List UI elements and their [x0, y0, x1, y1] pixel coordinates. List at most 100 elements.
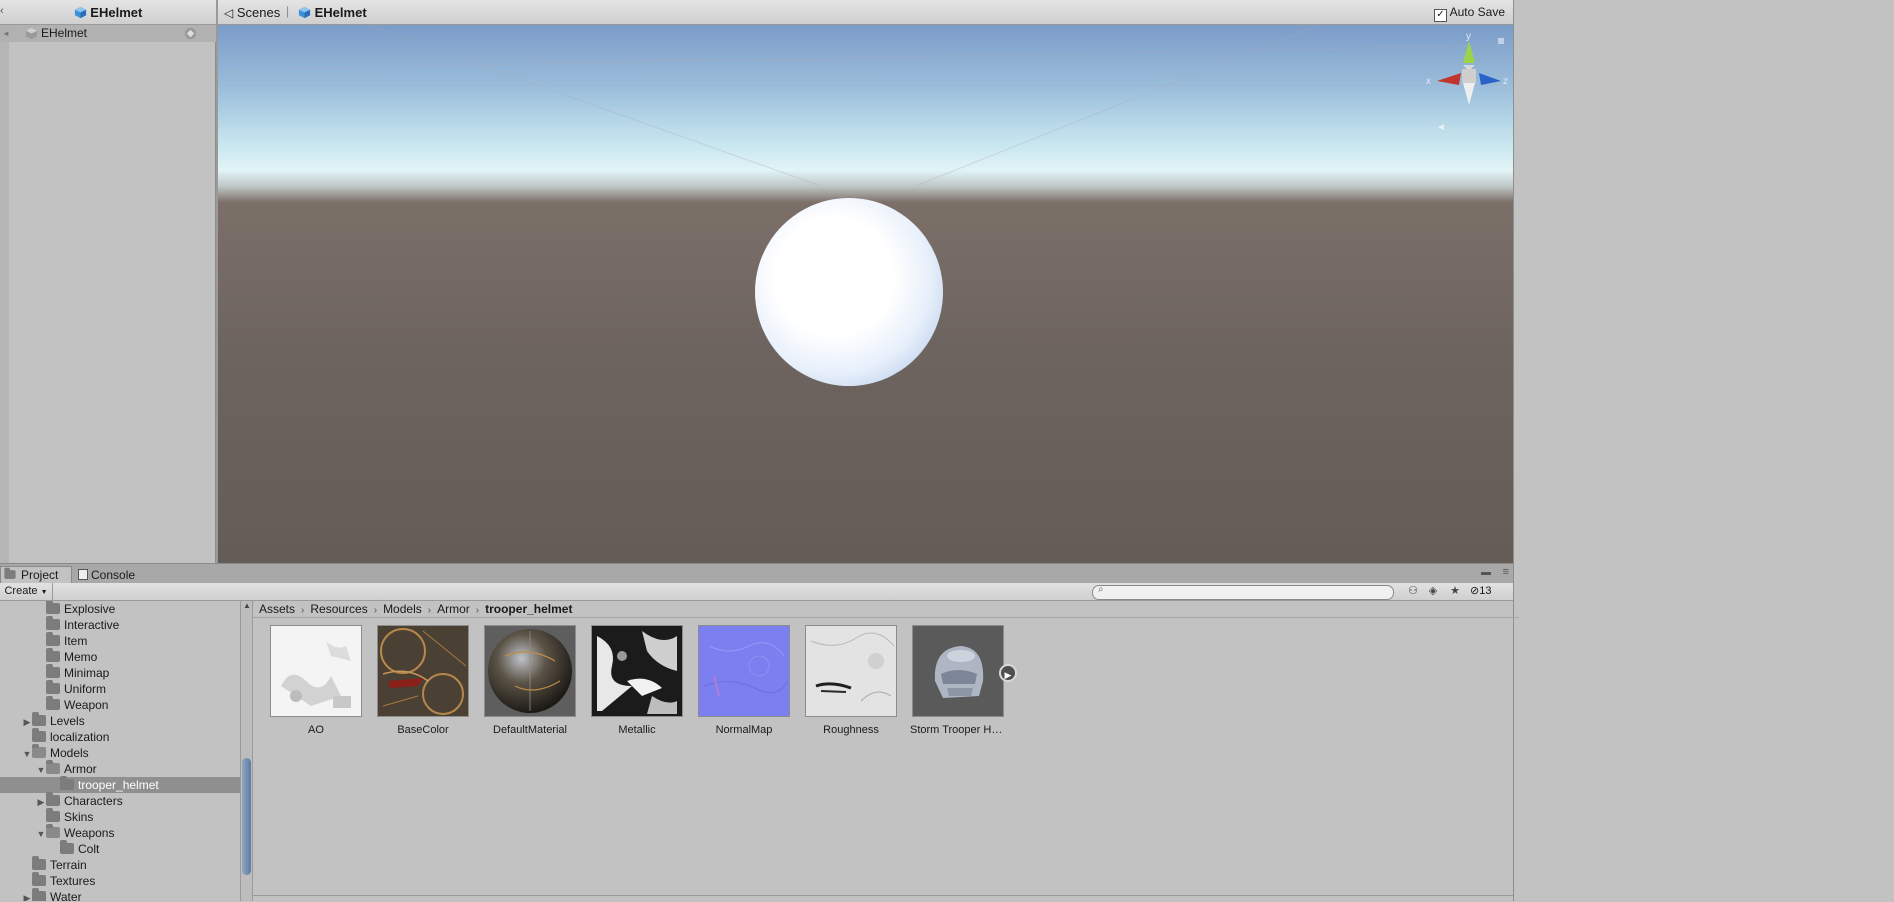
folder-icon [32, 712, 46, 726]
tree-item-levels[interactable]: ▶ Levels [0, 712, 240, 730]
default-sphere[interactable] [755, 198, 943, 386]
asset-basecolor[interactable]: BaseColor [375, 625, 471, 736]
tree-item-models[interactable]: ▼ Models [0, 744, 240, 762]
gizmo-z-label: z [1503, 76, 1508, 87]
tree-item-label: Water [50, 890, 82, 901]
asset-defaultmaterial[interactable]: DefaultMaterial [482, 625, 578, 736]
folder-icon [32, 744, 46, 758]
favorites-star-icon[interactable]: ★ [1446, 583, 1464, 599]
tree-item-weapon[interactable]: Weapon [0, 696, 240, 713]
asset-normalmap[interactable]: NormalMap [696, 625, 792, 736]
chevron-right-icon: › [373, 605, 378, 616]
tree-item-uniform[interactable]: Uniform [0, 680, 240, 697]
tree-item-terrain[interactable]: Terrain [0, 856, 240, 873]
expanded-arrow-icon[interactable]: ▼ [36, 826, 46, 842]
folder-icon [46, 648, 60, 662]
asset-ao[interactable]: AO [268, 625, 364, 736]
breadcrumb-item[interactable]: Assets [259, 602, 295, 616]
hierarchy-root-item[interactable]: ◄ EHelmet [0, 25, 216, 42]
folder-icon [32, 872, 46, 886]
scrollbar-thumb[interactable] [242, 758, 251, 875]
asset-roughness[interactable]: Roughness [803, 625, 899, 736]
tree-item-label: Armor [64, 762, 97, 776]
tree-item-interactive[interactable]: Interactive [0, 616, 240, 633]
tree-item-colt[interactable]: Colt [0, 840, 240, 857]
tree-item-armor[interactable]: ▼ Armor [0, 760, 240, 778]
breadcrumb: Assets › Resources › Models › Armor › trooper_he… [253, 601, 1519, 618]
tab-console[interactable]: Console [78, 567, 135, 584]
assets-area: Assets › Resources › Models › Armor › trooper_he… [253, 601, 1519, 901]
tree-item-trooper-helmet[interactable]: trooper_helmet [0, 776, 240, 793]
folder-icon [46, 696, 60, 710]
scroll-up-arrow-icon[interactable]: ▲ [243, 601, 251, 610]
scene-viewport[interactable]: y x z ◄ [218, 25, 1513, 563]
unity-logo-icon: ◁ [224, 6, 234, 20]
tree-item-water[interactable]: ▶ Water [0, 888, 240, 901]
prefab-arrow-icon[interactable] [184, 27, 197, 40]
expand-model-icon[interactable]: ▶ [999, 664, 1017, 682]
tree-item-label: Textures [50, 874, 96, 888]
tree-item-label: Colt [78, 842, 100, 856]
scene-light-icon: ◄ [1436, 122, 1446, 133]
tree-item-label: Uniform [64, 682, 107, 696]
breadcrumb-item[interactable]: Armor [437, 602, 470, 616]
folder-icon [46, 664, 60, 678]
filter-by-type-icon[interactable]: ⚇ [1404, 583, 1422, 599]
hidden-packages-toggle[interactable]: ⊘13 [1470, 584, 1491, 597]
auto-save-toggle[interactable]: ✓ Auto Save [1433, 5, 1505, 22]
asset-label: NormalMap [715, 724, 773, 736]
helmet-model-icon [912, 625, 1004, 717]
create-button[interactable]: Create ▼ [0, 583, 53, 600]
tree-item-characters[interactable]: ▶ Characters [0, 792, 240, 810]
project-tree: Explosive Interactive Item Memo Minimap Unifo… [0, 601, 240, 901]
tree-item-skins[interactable]: Skins [0, 808, 240, 825]
project-folder-icon [4, 567, 16, 579]
tree-item-weapons[interactable]: ▼ Weapons [0, 824, 240, 842]
tree-scrollbar[interactable]: ▲ [240, 601, 253, 901]
tree-item-label: localization [50, 730, 110, 744]
breadcrumb-item[interactable]: trooper_helmet [485, 602, 572, 616]
tree-item-item[interactable]: Item [0, 632, 240, 649]
lock-icon[interactable]: ▬ [1481, 567, 1491, 578]
tree-item-label: Levels [50, 714, 85, 728]
search-field[interactable]: ⌕ [1092, 584, 1394, 600]
tree-item-minimap[interactable]: Minimap [0, 664, 240, 681]
search-input[interactable] [1109, 586, 1379, 597]
expanded-arrow-icon[interactable]: ▼ [22, 746, 32, 762]
chevron-right-icon: › [301, 605, 305, 616]
metallic-texture-icon [591, 625, 683, 717]
normalmap-texture-icon [698, 625, 790, 717]
breadcrumb-item[interactable]: Resources [310, 602, 367, 616]
orientation-gizmo[interactable]: y x z [1423, 33, 1513, 113]
scene-name-tab[interactable]: EHelmet [298, 5, 367, 20]
hierarchy-gutter [0, 25, 9, 563]
collapsed-arrow-icon[interactable]: ▶ [36, 794, 46, 810]
tree-item-label: Minimap [64, 666, 110, 680]
auto-save-checkbox[interactable]: ✓ [1433, 9, 1447, 22]
collapsed-arrow-icon[interactable]: ▶ [22, 890, 32, 901]
asset-grid: AO BaseColor DefaultMaterial Metallic Normal… [253, 625, 1513, 745]
panel-menu-icon[interactable]: ≡ [1503, 566, 1509, 578]
collapsed-arrow-icon[interactable]: ▶ [22, 714, 32, 730]
prefab-cube-icon [25, 27, 38, 40]
breadcrumb-item[interactable]: Models [383, 602, 422, 616]
tree-item-textures[interactable]: Textures [0, 872, 240, 889]
ao-texture-icon [270, 625, 362, 717]
tree-item-explosive[interactable]: Explosive [0, 601, 240, 617]
scenes-link[interactable]: Scenes [237, 5, 280, 20]
eye-slash-icon: ⊘ [1470, 585, 1480, 597]
tree-item-memo[interactable]: Memo [0, 648, 240, 665]
basecolor-texture-icon [377, 625, 469, 717]
filter-by-label-icon[interactable]: ◈ [1424, 583, 1442, 599]
grid-lines [218, 25, 1513, 186]
expand-arrow-icon[interactable]: ◄ [2, 25, 10, 42]
scenes-breadcrumb[interactable]: ◁ Scenes [224, 5, 280, 20]
folder-icon [60, 776, 74, 790]
tree-item-label: Item [64, 634, 88, 648]
tree-item-label: Characters [64, 794, 123, 808]
asset-metallic[interactable]: Metallic [589, 625, 685, 736]
console-icon [78, 569, 88, 580]
tree-item-localization[interactable]: localization [0, 728, 240, 745]
asset-storm-trooper-he[interactable]: Storm Trooper He... [910, 625, 1006, 736]
expanded-arrow-icon[interactable]: ▼ [36, 762, 46, 778]
